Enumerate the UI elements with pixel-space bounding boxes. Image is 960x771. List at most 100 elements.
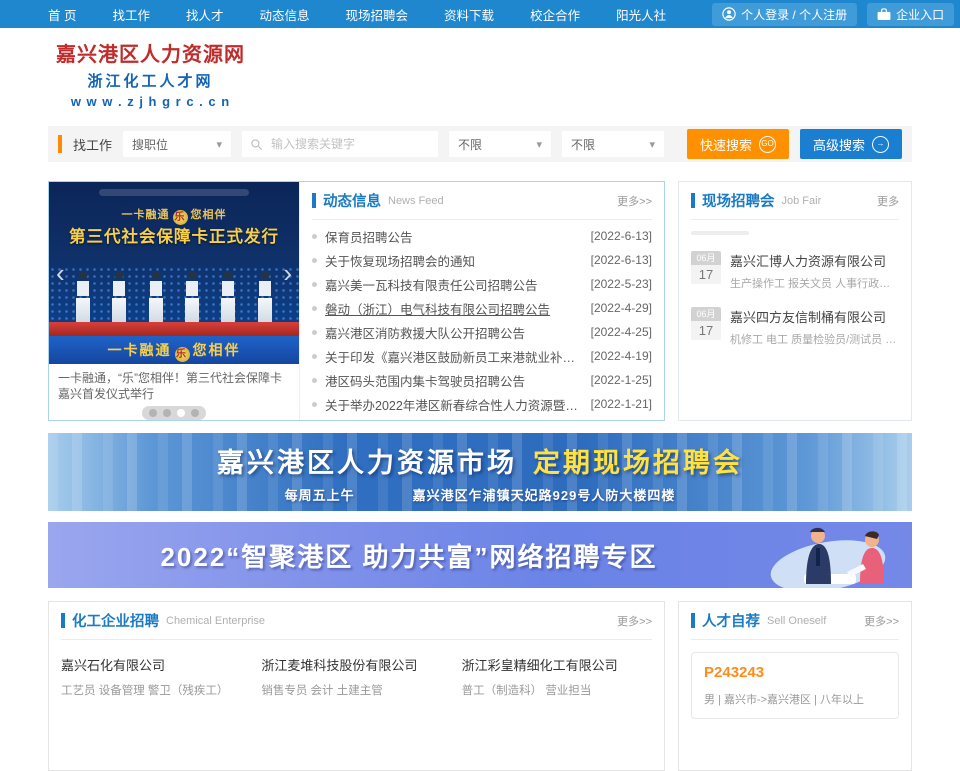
carousel-slide[interactable]: 一卡融通乐您相伴 第三代社会保障卡正式发行 一卡融通乐您相伴 ‹ › bbox=[49, 182, 299, 364]
carousel-dot-active[interactable] bbox=[177, 409, 185, 417]
company-name-link[interactable]: 浙江麦堆科技股份有限公司 bbox=[261, 655, 451, 674]
date-badge-month: 06月 bbox=[691, 307, 721, 321]
nav-school-coop[interactable]: 校企合作 bbox=[530, 5, 580, 24]
job-fair-header: 现场招聘会 Job Fair 更多 bbox=[691, 182, 899, 220]
advanced-search-button[interactable]: 高级搜索 → bbox=[800, 129, 902, 159]
job-market-banner[interactable]: 嘉兴港区人力资源市场定期现场招聘会 每周五上午 嘉兴港区乍浦镇天妃路929号人防… bbox=[48, 433, 912, 511]
news-item[interactable]: 港区码头范围内集卡驾驶员招聘公告 [2022-1-25] bbox=[312, 371, 652, 390]
carousel-dots bbox=[49, 406, 299, 420]
talent-id: P243243 bbox=[704, 664, 886, 681]
arrow-circle-icon: → bbox=[872, 136, 889, 153]
nav-downloads[interactable]: 资料下载 bbox=[444, 5, 494, 24]
company-jobs: 普工（制造科） 营业担当 bbox=[462, 682, 652, 698]
news-section: 动态信息 News Feed 更多>> 保育员招聘公告[2022-6-13] 关… bbox=[299, 182, 664, 420]
chemical-more-link[interactable]: 更多>> bbox=[617, 613, 652, 629]
band-left: 一卡融通 bbox=[108, 342, 172, 358]
two-people-talking-icon bbox=[744, 522, 912, 588]
stage-figures bbox=[49, 270, 299, 328]
chemical-subtitle: Chemical Enterprise bbox=[166, 615, 265, 627]
carousel-dot[interactable] bbox=[191, 409, 199, 417]
job-fair-company: 嘉兴四方友信制桶有限公司 bbox=[730, 307, 899, 326]
job-fair-more-link[interactable]: 更多 bbox=[877, 193, 899, 209]
stage-figure bbox=[75, 270, 91, 328]
filter-select-2[interactable]: 不限 bbox=[562, 131, 664, 157]
news-item-title: 嘉兴美一瓦科技有限责任公司招聘公告 bbox=[325, 275, 583, 294]
news-item[interactable]: 关于恢复现场招聘会的通知[2022-6-13] bbox=[312, 251, 652, 270]
news-item-title: 嘉兴港区消防救援大队公开招聘公告 bbox=[325, 323, 583, 342]
stage-figure bbox=[148, 270, 164, 328]
nav-sunshine-hr[interactable]: 阳光人社 bbox=[616, 5, 666, 24]
chevron-down-icon bbox=[536, 137, 542, 151]
date-badge-day: 17 bbox=[691, 265, 721, 284]
talent-more-link[interactable]: 更多>> bbox=[864, 613, 899, 629]
news-item-title: 关于恢复现场招聘会的通知 bbox=[325, 251, 583, 270]
blue-bar-icon bbox=[312, 193, 316, 208]
banner1-title-white: 嘉兴港区人力资源市场 bbox=[217, 448, 517, 478]
site-header: 嘉兴港区人力资源网 浙江化工人才网 w w w . z j h g r c . … bbox=[0, 28, 960, 118]
search-category-select[interactable]: 搜职位 bbox=[123, 131, 231, 157]
search-category-value: 搜职位 bbox=[132, 136, 168, 153]
news-item-date: [2022-1-25] bbox=[591, 373, 652, 387]
briefcase-icon bbox=[877, 8, 891, 21]
bullet-icon bbox=[312, 258, 317, 263]
nav-find-job[interactable]: 找工作 bbox=[112, 5, 150, 24]
news-item-title: 港区码头范围内集卡驾驶员招聘公告 bbox=[325, 371, 583, 390]
person-circle-icon bbox=[722, 7, 736, 21]
search-input[interactable] bbox=[269, 136, 430, 152]
nav-job-fair[interactable]: 现场招聘会 bbox=[346, 5, 409, 24]
search-label: 找工作 bbox=[73, 135, 112, 154]
chevron-left-icon[interactable]: ‹ bbox=[56, 260, 65, 286]
carousel-caption[interactable]: 一卡融通，“乐”您相伴！第三代社会保障卡嘉兴首发仪式举行 bbox=[49, 364, 299, 404]
stage-figure bbox=[111, 270, 127, 328]
news-more-link[interactable]: 更多>> bbox=[617, 193, 652, 209]
date-badge: 06月 17 bbox=[691, 307, 721, 347]
bottom-row: 化工企业招聘 Chemical Enterprise 更多>> 嘉兴石化有限公司… bbox=[48, 601, 912, 771]
site-logo[interactable]: 嘉兴港区人力资源网 浙江化工人才网 w w w . z j h g r c . … bbox=[56, 38, 245, 109]
news-list: 保育员招聘公告[2022-6-13] 关于恢复现场招聘会的通知[2022-6-1… bbox=[312, 220, 652, 420]
slide-tagline-left: 一卡融通 bbox=[122, 209, 170, 221]
news-item[interactable]: 嘉兴美一瓦科技有限责任公司招聘公告[2022-5-23] bbox=[312, 275, 652, 294]
people-illustration bbox=[744, 522, 912, 588]
news-item[interactable]: 关于印发《嘉兴港区鼓励新员工来港就业补助操作...[2022-4-19] bbox=[312, 347, 652, 366]
nav-news[interactable]: 动态信息 bbox=[260, 5, 310, 24]
carousel-dot[interactable] bbox=[149, 409, 157, 417]
chevron-right-icon[interactable]: › bbox=[283, 260, 292, 286]
search-bar: 找工作 搜职位 不限 不限 快速搜索 GO 高级搜索 → bbox=[48, 126, 912, 162]
personal-login-button[interactable]: 个人登录 / 个人注册 bbox=[712, 3, 857, 26]
enterprise-entry-button[interactable]: 企业入口 bbox=[867, 3, 954, 26]
banner1-title: 嘉兴港区人力资源市场定期现场招聘会 bbox=[217, 441, 743, 480]
banner1-title-yellow: 定期现场招聘会 bbox=[533, 448, 743, 478]
nav-find-talent[interactable]: 找人才 bbox=[186, 5, 224, 24]
filter-select-1[interactable]: 不限 bbox=[449, 131, 551, 157]
blue-bar-icon bbox=[691, 613, 695, 628]
banner2-title: 2022“智聚港区 助力共富”网络招聘专区 bbox=[48, 537, 744, 574]
company-entry: 嘉兴石化有限公司 工艺员 设备管理 警卫（残疾工） bbox=[61, 655, 251, 698]
talent-card[interactable]: P243243 男 | 嘉兴市->嘉兴港区 | 八年以上 bbox=[691, 652, 899, 719]
bullet-icon bbox=[312, 306, 317, 311]
news-item[interactable]: 关于举办2022年港区新春综合性人力资源暨春风...[2022-1-21] bbox=[312, 395, 652, 414]
quick-search-button[interactable]: 快速搜索 GO bbox=[687, 129, 789, 159]
company-name-link[interactable]: 嘉兴石化有限公司 bbox=[61, 655, 251, 674]
job-fair-info: 嘉兴四方友信制桶有限公司 机修工 电工 质量检验员/测试员 叉车... bbox=[730, 307, 899, 347]
talent-title: 人才自荐 bbox=[702, 610, 760, 631]
news-item[interactable]: 磐动（浙江）电气科技有限公司招聘公告[2022-4-29] bbox=[312, 299, 652, 318]
enterprise-entry-label: 企业入口 bbox=[896, 6, 944, 23]
news-item[interactable]: 嘉兴港区消防救援大队公开招聘公告[2022-4-25] bbox=[312, 323, 652, 342]
news-item-title: 保育员招聘公告 bbox=[325, 227, 583, 246]
band-right: 您相伴 bbox=[193, 342, 241, 358]
gold-seal-icon: 乐 bbox=[175, 347, 190, 362]
news-item[interactable]: 保育员招聘公告[2022-6-13] bbox=[312, 227, 652, 246]
company-name-link[interactable]: 浙江彩皇精细化工有限公司 bbox=[462, 655, 652, 674]
go-circle-icon: GO bbox=[759, 136, 776, 153]
online-recruitment-banner[interactable]: 2022“智聚港区 助力共富”网络招聘专区 bbox=[48, 522, 912, 588]
company-entry: 浙江彩皇精细化工有限公司 普工（制造科） 营业担当 bbox=[462, 655, 652, 698]
job-fair-item[interactable]: 06月 17 嘉兴四方友信制桶有限公司 机修工 电工 质量检验员/测试员 叉车.… bbox=[691, 307, 899, 347]
chevron-down-icon bbox=[216, 137, 222, 151]
job-fair-item[interactable]: 06月 17 嘉兴汇博人力资源有限公司 生产操作工 报关文员 人事行政助理... bbox=[691, 251, 899, 291]
job-fair-section: 现场招聘会 Job Fair 更多 06月 17 嘉兴汇博人力资源有限公司 生产… bbox=[678, 181, 912, 421]
carousel-dot[interactable] bbox=[163, 409, 171, 417]
site-url: w w w . z j h g r c . c n bbox=[56, 94, 245, 109]
job-fair-company: 嘉兴汇博人力资源有限公司 bbox=[730, 251, 899, 270]
advanced-search-label: 高级搜索 bbox=[813, 135, 865, 154]
nav-home[interactable]: 首 页 bbox=[48, 5, 76, 24]
